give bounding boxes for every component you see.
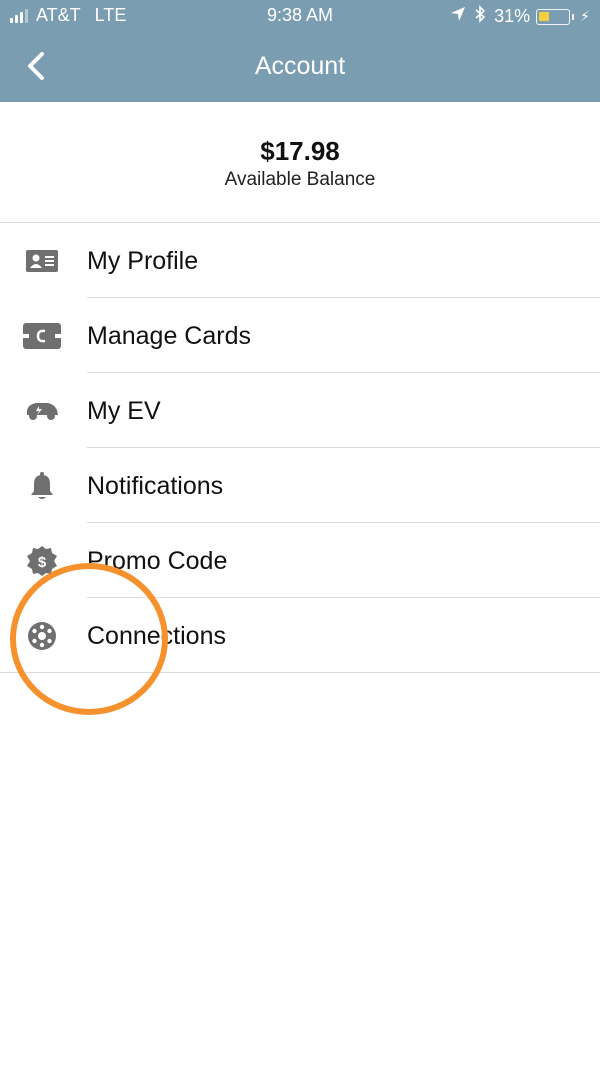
- page-title: Account: [254, 52, 346, 80]
- charging-icon: ⚡: [580, 8, 590, 24]
- balance-amount: $17.98: [260, 136, 340, 166]
- battery-percent: 31%: [494, 6, 531, 26]
- status-bar: AT&T LTE 9:38 AM 31% ⚡: [0, 0, 600, 32]
- header-bar: AT&T LTE 9:38 AM 31% ⚡ Account: [0, 0, 600, 102]
- nav-bar: Account: [0, 32, 600, 102]
- menu-item-label: My EV: [87, 397, 161, 425]
- battery-icon: [536, 8, 571, 25]
- dollar-badge-icon: $: [22, 543, 62, 579]
- balance-section: $17.98 Available Balance: [0, 102, 600, 223]
- menu-item-connections[interactable]: Connections: [0, 598, 600, 673]
- balance-label: Available Balance: [224, 169, 376, 190]
- bluetooth-icon: [474, 5, 486, 28]
- menu-item-label: Connections: [87, 622, 226, 650]
- account-menu: My Profile Manage Cards My EV Notificati…: [0, 223, 600, 673]
- svg-text:$: $: [38, 554, 47, 571]
- id-card-icon: [22, 243, 62, 279]
- menu-item-manage-cards[interactable]: Manage Cards: [0, 298, 600, 373]
- card-icon: [22, 318, 62, 354]
- menu-item-label: My Profile: [87, 247, 199, 275]
- connections-icon: [22, 618, 62, 654]
- menu-item-promo-code[interactable]: $ Promo Code: [0, 523, 600, 598]
- car-icon: [22, 393, 62, 429]
- location-icon: [450, 6, 466, 27]
- menu-item-notifications[interactable]: Notifications: [0, 448, 600, 523]
- menu-item-my-profile[interactable]: My Profile: [0, 223, 600, 298]
- menu-item-my-ev[interactable]: My EV: [0, 373, 600, 448]
- menu-item-label: Promo Code: [87, 547, 228, 575]
- bell-icon: [22, 468, 62, 504]
- menu-item-label: Notifications: [87, 472, 224, 500]
- menu-item-label: Manage Cards: [87, 322, 251, 350]
